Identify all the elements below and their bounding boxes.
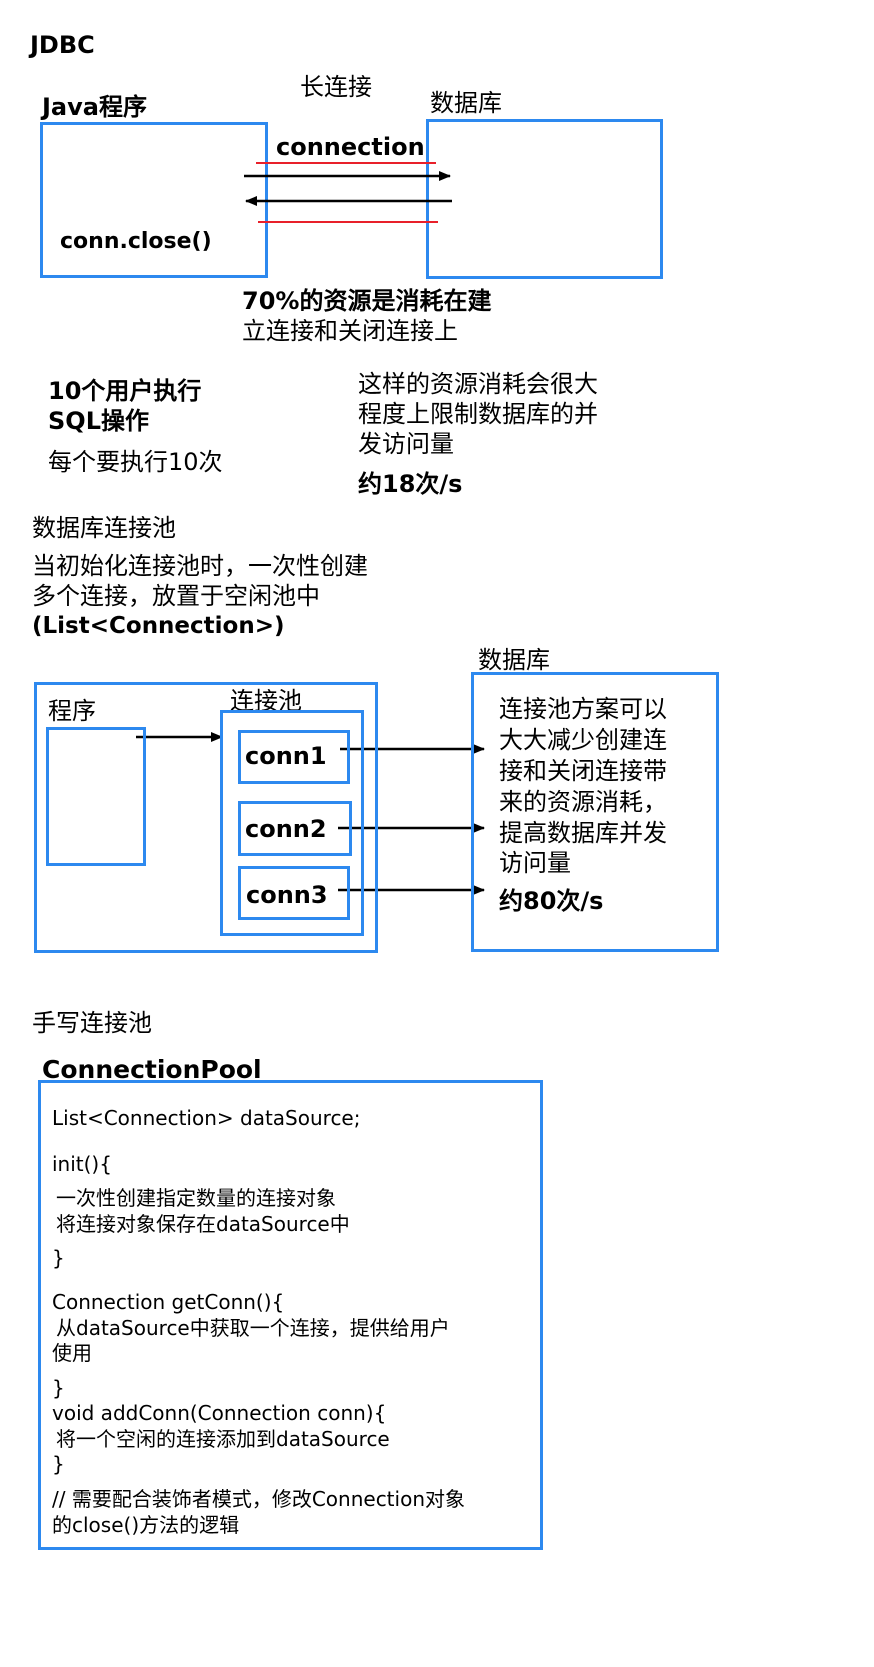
pool-section-title: 数据库连接池 bbox=[32, 514, 176, 542]
rate-18-label: 约18次/s bbox=[358, 470, 463, 498]
limit-line2: 程度上限制数据库的并 bbox=[358, 400, 598, 428]
conn1-label: conn1 bbox=[245, 742, 327, 770]
benefit-line6: 访问量 bbox=[499, 849, 571, 877]
code-line-9: } bbox=[52, 1376, 65, 1400]
limit-line3: 发访问量 bbox=[358, 430, 454, 458]
pool-desc-line2: 多个连接，放置于空闲池中 bbox=[32, 582, 320, 610]
pool-desc-line3: (List<Connection>) bbox=[32, 613, 285, 639]
benefit-line1: 连接池方案可以 bbox=[499, 695, 667, 723]
resource-note-line2: 立连接和关闭连接上 bbox=[242, 317, 458, 345]
code-line-5: } bbox=[52, 1246, 65, 1270]
program-inner-box bbox=[46, 727, 146, 866]
users-line1: 10个用户执行 bbox=[48, 377, 202, 405]
code-line-4: 将连接对象保存在dataSource中 bbox=[56, 1212, 350, 1236]
code-line-2: init(){ bbox=[52, 1152, 112, 1176]
benefit-line2: 大大减少创建连 bbox=[499, 726, 667, 754]
code-line-12: } bbox=[52, 1452, 65, 1476]
code-line-10: void addConn(Connection conn){ bbox=[52, 1401, 387, 1425]
class-box bbox=[38, 1080, 543, 1550]
conn3-label: conn3 bbox=[246, 881, 328, 909]
each-runs-label: 每个要执行10次 bbox=[48, 448, 223, 476]
code-line-1: List<Connection> dataSource; bbox=[52, 1106, 361, 1130]
benefit-line5: 提高数据库并发 bbox=[499, 819, 667, 847]
code-line-14: 的close()方法的逻辑 bbox=[52, 1513, 240, 1537]
rate-80-label: 约80次/s bbox=[499, 887, 604, 915]
pool-desc-line1: 当初始化连接池时，一次性创建 bbox=[32, 552, 368, 580]
handwritten-pool-title: 手写连接池 bbox=[32, 1009, 152, 1037]
benefit-line4: 来的资源消耗， bbox=[499, 788, 667, 816]
code-line-6: Connection getConn(){ bbox=[52, 1290, 285, 1314]
code-line-13: // 需要配合装饰者模式，修改Connection对象 bbox=[52, 1487, 465, 1511]
code-line-3: 一次性创建指定数量的连接对象 bbox=[56, 1186, 336, 1210]
conn2-label: conn2 bbox=[245, 815, 327, 843]
benefit-line3: 接和关闭连接带 bbox=[499, 757, 667, 785]
program-label: 程序 bbox=[48, 697, 96, 725]
users-line2: SQL操作 bbox=[48, 407, 149, 435]
code-line-8: 使用 bbox=[52, 1341, 92, 1365]
pool-database-label: 数据库 bbox=[478, 646, 550, 674]
resource-note-line1: 70%的资源是消耗在建 bbox=[242, 287, 492, 315]
code-line-7: 从dataSource中获取一个连接，提供给用户 bbox=[56, 1316, 450, 1340]
code-line-11: 将一个空闲的连接添加到dataSource bbox=[56, 1427, 390, 1451]
limit-line1: 这样的资源消耗会很大 bbox=[358, 370, 598, 398]
